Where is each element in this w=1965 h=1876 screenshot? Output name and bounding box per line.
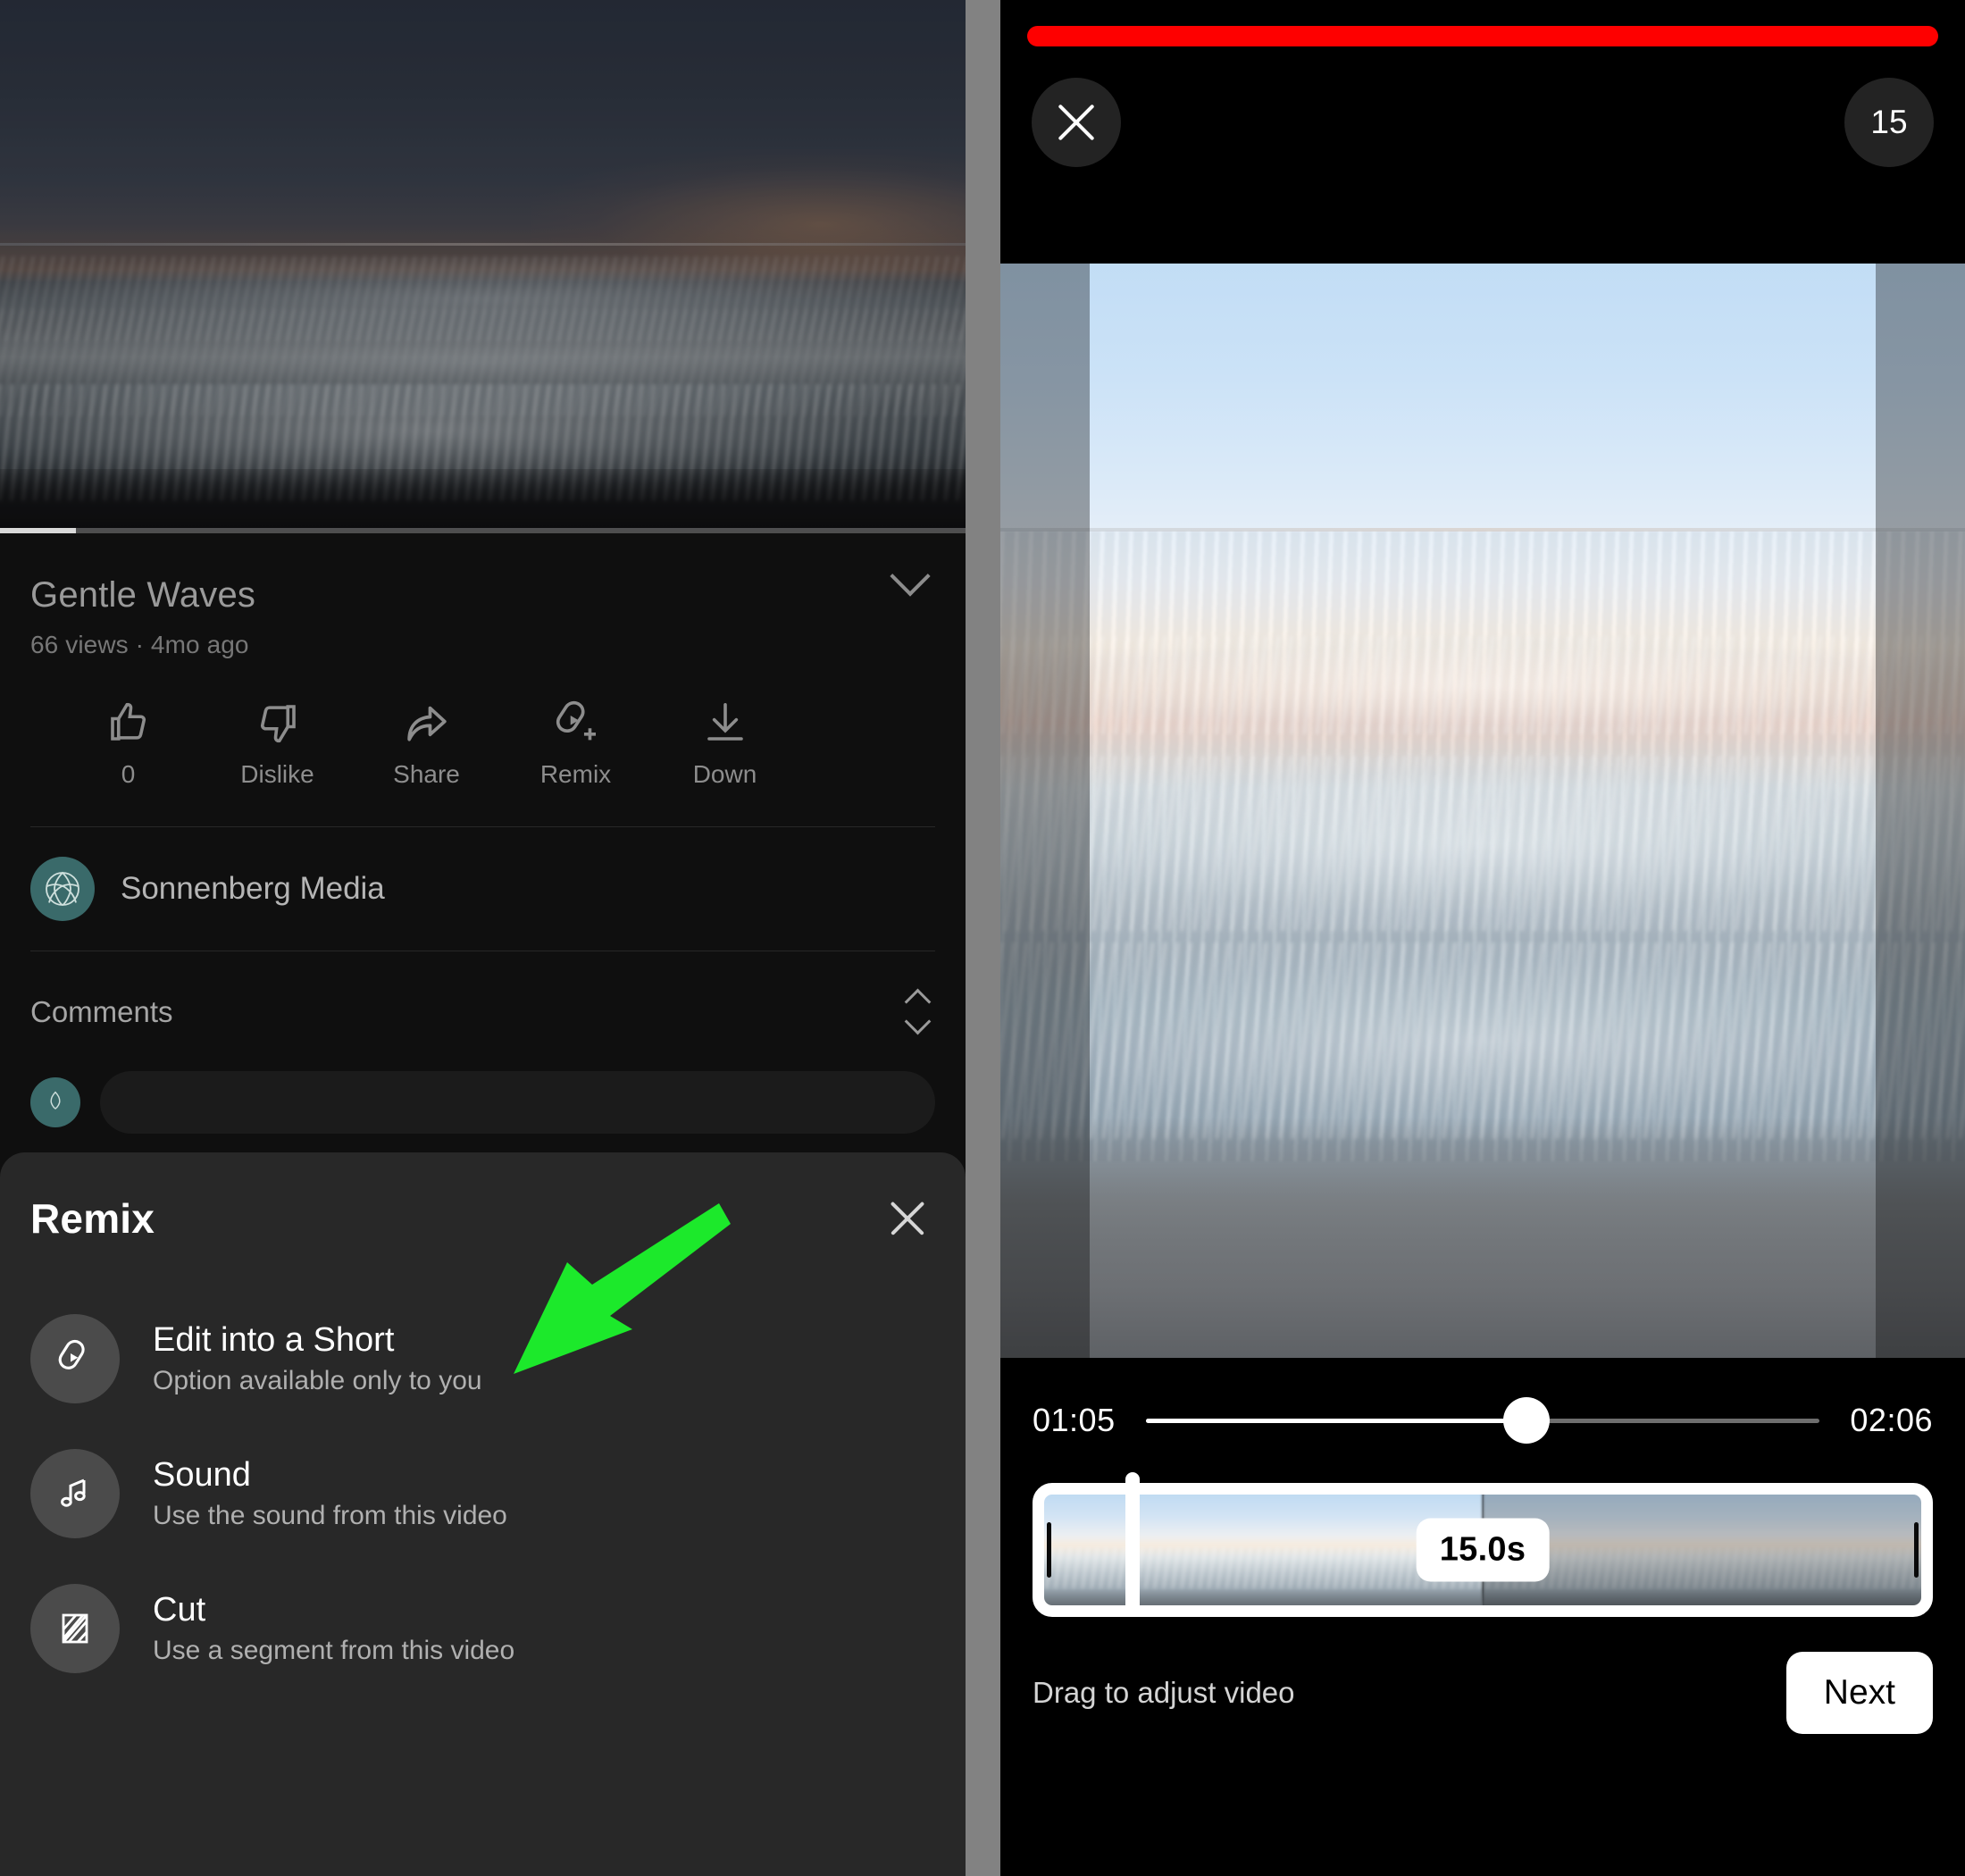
download-label: Down [692, 760, 757, 788]
sheet-item-text: Edit into a Short Option available only … [153, 1321, 482, 1396]
video-progress-bar[interactable] [0, 528, 966, 533]
sheet-item-text: Cut Use a segment from this video [153, 1591, 514, 1666]
sort-icon[interactable] [899, 985, 935, 1039]
download-button[interactable]: Down [650, 697, 799, 789]
sheet-header: Remix [30, 1152, 935, 1246]
scrubber-fill [1145, 1419, 1527, 1423]
shorts-editor-panel: 15 01:05 02:06 15.0s Drag to adjust vide… [1000, 0, 1965, 1876]
video-player[interactable] [0, 0, 966, 533]
dislike-label: Dislike [240, 760, 314, 788]
current-time: 01:05 [1033, 1402, 1116, 1438]
remix-icon [550, 697, 602, 749]
video-progress-played [0, 528, 76, 533]
comment-compose-row[interactable] [30, 1071, 935, 1134]
page-title: Gentle Waves [30, 575, 256, 615]
video-title-row[interactable]: Gentle Waves [30, 533, 935, 616]
sheet-item-title: Cut [153, 1591, 206, 1629]
thumbs-down-icon [254, 697, 302, 749]
channel-name: Sonnenberg Media [121, 871, 385, 906]
editor-footer: Drag to adjust video Next [1000, 1617, 1965, 1769]
sheet-item-text: Sound Use the sound from this video [153, 1456, 507, 1531]
playhead-icon[interactable] [1125, 1472, 1140, 1628]
like-count: 0 [121, 760, 136, 788]
playback-scrubber[interactable]: 01:05 02:06 [1000, 1358, 1965, 1483]
scrubber-thumb[interactable] [1503, 1397, 1551, 1444]
trim-timeline[interactable]: 15.0s [1000, 1472, 1965, 1628]
close-icon[interactable] [880, 1191, 935, 1246]
duration-badge: 15 [1870, 104, 1908, 140]
user-avatar [30, 1077, 80, 1127]
sheet-item-title: Edit into a Short [153, 1321, 395, 1359]
comments-header[interactable]: Comments [30, 951, 935, 1039]
trim-handle-left-icon[interactable] [1047, 1522, 1051, 1578]
thumb-sand [1033, 1587, 1483, 1610]
sheet-title: Remix [30, 1195, 155, 1242]
crop-shade-right [1876, 264, 1965, 1358]
duration-selector-button[interactable]: 15 [1844, 78, 1934, 167]
youtube-watch-panel: Gentle Waves 66 views · 4mo ago 0 Dislik… [0, 0, 966, 1876]
editor-topbar: 15 [1000, 0, 1965, 264]
edit-short-icon [30, 1314, 120, 1403]
wave-foam [1000, 635, 1965, 734]
download-icon [701, 697, 749, 749]
sheet-item-edit-into-a-short[interactable]: Edit into a Short Option available only … [30, 1314, 935, 1403]
wave-foam [1000, 756, 1965, 932]
thumb-sand [1483, 1587, 1933, 1610]
dislike-button[interactable]: Dislike [203, 697, 352, 789]
sheet-item-subtitle: Use a segment from this video [153, 1636, 515, 1665]
filmstrip-thumb [1483, 1490, 1933, 1610]
channel-row[interactable]: Sonnenberg Media [30, 827, 935, 951]
video-dim-overlay [0, 0, 966, 533]
segment-duration-badge: 15.0s [1416, 1518, 1550, 1582]
wave-foam [1000, 942, 1965, 1139]
close-icon [1052, 98, 1100, 147]
sheet-item-subtitle: Use the sound from this video [153, 1501, 507, 1530]
thumb-foam [1483, 1547, 1933, 1588]
remix-label: Remix [539, 760, 612, 788]
comments-heading: Comments [30, 995, 173, 1028]
thumbs-up-icon [105, 697, 153, 749]
scrubber-track[interactable] [1145, 1397, 1820, 1444]
screenshot-root: Gentle Waves 66 views · 4mo ago 0 Dislik… [0, 0, 1965, 1876]
remix-bottom-sheet: Remix Edit into a Short Option available… [0, 1152, 966, 1876]
video-meta: 66 views · 4mo ago [30, 631, 249, 658]
thumb-foam [1033, 1547, 1483, 1588]
filmstrip-thumb [1033, 1490, 1483, 1610]
drag-hint: Drag to adjust video [1033, 1676, 1295, 1709]
sheet-item-cut[interactable]: Cut Use a segment from this video [30, 1584, 935, 1673]
music-note-icon [30, 1449, 120, 1538]
cut-segment-icon [30, 1584, 120, 1673]
share-label: Share [393, 760, 460, 788]
video-preview[interactable] [1000, 264, 1965, 1358]
chevron-down-icon[interactable] [885, 548, 935, 598]
sheet-item-subtitle: Option available only to you [153, 1366, 482, 1395]
beach-sand [1000, 1117, 1965, 1358]
panel-divider [966, 0, 1000, 1876]
remix-button[interactable]: Remix [501, 697, 650, 789]
share-button[interactable]: Share [352, 697, 501, 789]
trim-handle-right-icon[interactable] [1914, 1522, 1919, 1578]
comment-input[interactable] [100, 1071, 935, 1134]
recording-progress-bar [1027, 26, 1938, 46]
share-arrow-icon [402, 697, 452, 749]
sheet-item-title: Sound [153, 1456, 251, 1494]
video-info-section: Gentle Waves 66 views · 4mo ago 0 Dislik… [0, 533, 966, 1134]
next-button[interactable]: Next [1785, 1652, 1933, 1734]
like-button[interactable]: 0 [54, 697, 203, 789]
total-time: 02:06 [1850, 1402, 1933, 1438]
close-button[interactable] [1032, 78, 1121, 167]
preview-frame-image [1000, 264, 1965, 1358]
video-action-row: 0 Dislike Share Remix Down [30, 697, 935, 789]
crop-shade-left [1000, 264, 1090, 1358]
channel-avatar-icon[interactable] [30, 857, 95, 921]
sheet-item-sound[interactable]: Sound Use the sound from this video [30, 1449, 935, 1538]
thumb-sky [1483, 1490, 1933, 1610]
